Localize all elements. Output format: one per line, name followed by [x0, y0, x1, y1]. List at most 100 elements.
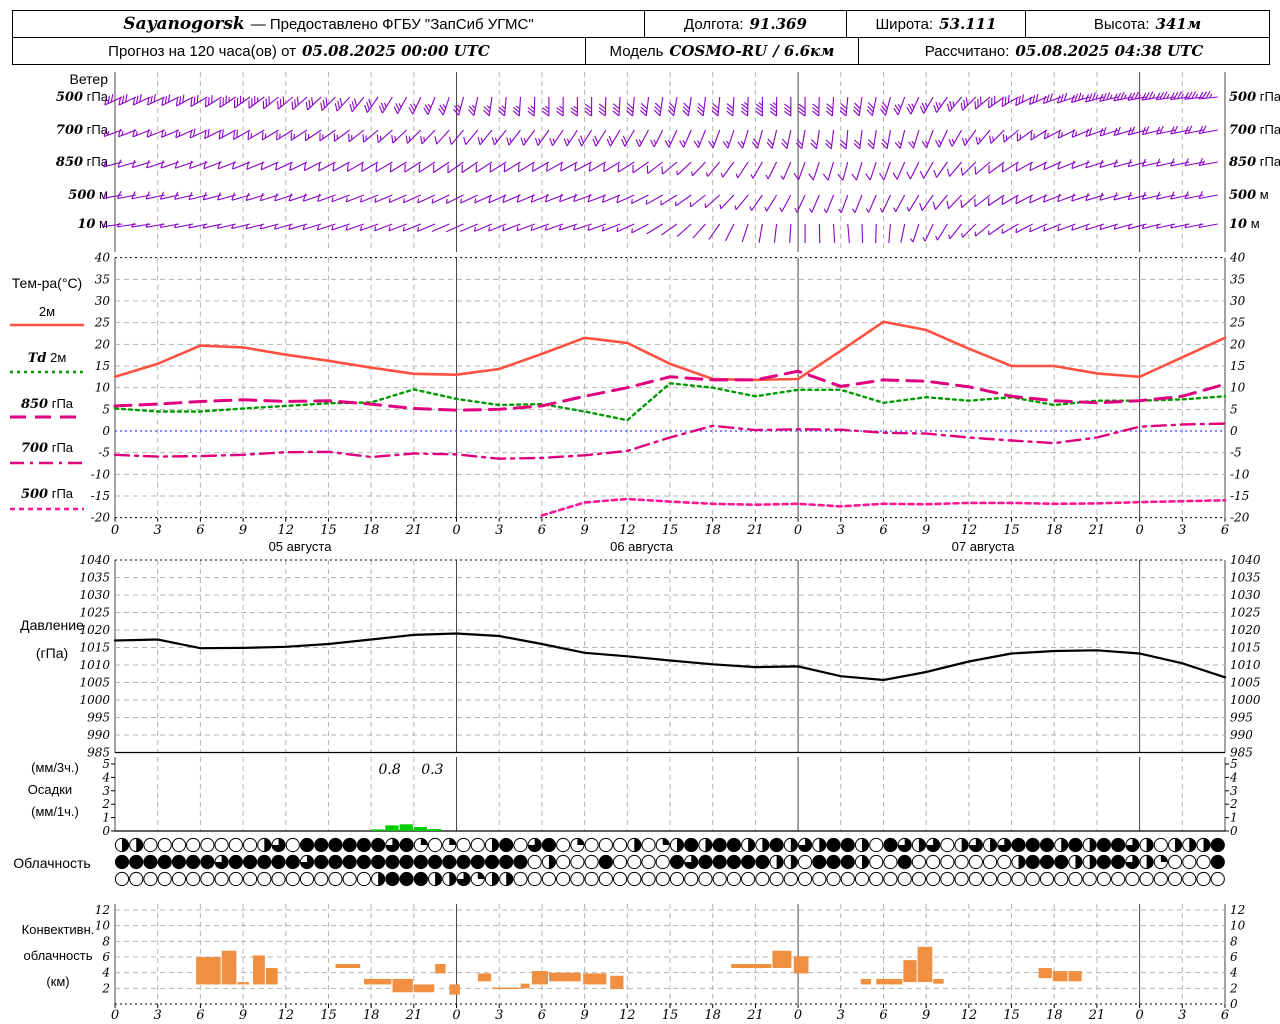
temperature-panel: -20 -20 -15 -15 -10 -10 -5 -5 0 0 5 5 10 10 15 15 20 20 25…	[91, 251, 1250, 525]
svg-text:9: 9	[580, 523, 588, 538]
svg-text:0: 0	[1135, 523, 1143, 538]
svg-text:0.8: 0.8	[379, 762, 401, 778]
svg-text:990: 990	[1230, 728, 1253, 742]
svg-text:5: 5	[1230, 402, 1238, 416]
temperature-legend: Тем-ра(°C) 2м Td 2м 850 гПа 700 гПа 500 гПа	[10, 275, 84, 511]
meteogram-chart: Ветер 500 гПа 500 гПа 700 гПа 700 гПа 850 гПа…	[10, 71, 1280, 1023]
svg-text:1015: 1015	[79, 641, 110, 655]
svg-text:0.3: 0.3	[421, 762, 443, 778]
svg-text:25: 25	[1229, 316, 1245, 330]
svg-text:1: 1	[102, 811, 110, 825]
svg-text:1040: 1040	[79, 553, 110, 567]
svg-text:1030: 1030	[1230, 588, 1261, 602]
svg-text:1025: 1025	[79, 606, 110, 620]
svg-text:35: 35	[1230, 272, 1245, 286]
pressure-panel: 985 985990 990995 9951000 10001005 10051010 10…	[20, 553, 1261, 760]
svg-text:500 гПа: 500 гПа	[21, 486, 74, 502]
wind-barbs-850-гПа	[103, 158, 1218, 181]
svg-text:-5: -5	[98, 446, 110, 460]
svg-text:500 гПа: 500 гПа	[56, 89, 109, 105]
svg-text:15: 15	[1003, 523, 1020, 538]
svg-text:3: 3	[1178, 1008, 1186, 1023]
svg-text:18: 18	[363, 1008, 380, 1023]
svg-text:4: 4	[1229, 966, 1238, 980]
svg-text:0: 0	[794, 523, 802, 538]
svg-text:12: 12	[1230, 903, 1245, 917]
svg-text:1000: 1000	[79, 693, 110, 707]
svg-text:3: 3	[1230, 784, 1238, 798]
svg-text:20: 20	[1229, 337, 1246, 351]
svg-text:3: 3	[102, 784, 110, 798]
svg-text:0: 0	[1230, 424, 1238, 438]
svg-text:9: 9	[239, 1008, 247, 1023]
svg-text:500 м: 500 м	[1229, 187, 1269, 203]
svg-text:3: 3	[495, 523, 503, 538]
svg-text:10: 10	[1230, 919, 1246, 933]
svg-text:-10: -10	[91, 467, 111, 481]
svg-text:0: 0	[1230, 997, 1238, 1011]
svg-text:1020: 1020	[79, 623, 110, 637]
svg-text:-10: -10	[1230, 467, 1250, 481]
svg-text:700 гПа: 700 гПа	[56, 122, 109, 138]
svg-text:10: 10	[95, 381, 111, 395]
svg-text:1015: 1015	[1230, 641, 1261, 655]
svg-text:8: 8	[1230, 934, 1238, 948]
svg-text:12: 12	[277, 523, 294, 538]
svg-text:700 гПа: 700 гПа	[1229, 122, 1280, 138]
svg-text:6: 6	[879, 1008, 887, 1023]
svg-text:2: 2	[101, 797, 110, 811]
svg-text:-20: -20	[1230, 511, 1250, 525]
bottom-x-axis: 0 3 6 9 12 15 18 21 0 3 6 9 12 15 18 21 0 3 6 9 12 15 18 21 0 3 6	[111, 1004, 1229, 1023]
svg-text:18: 18	[704, 523, 721, 538]
temp-x-axis: 0 3 6 9 12 15 18 21 0 3 6 9 12 15 18 21 0 3 6 9 12 15 18 21 0 3 6 0…	[111, 517, 1229, 554]
svg-text:18: 18	[1046, 523, 1063, 538]
svg-text:30: 30	[95, 294, 111, 308]
svg-text:Td 2м: Td 2м	[28, 350, 67, 366]
svg-text:0: 0	[1230, 824, 1238, 838]
precip-panel: 0 01 12 23 34 45 5(мм/3ч.)Осадки(мм/1ч.)0.8 0.3	[28, 757, 1238, 838]
svg-text:6: 6	[538, 523, 546, 538]
svg-text:12: 12	[95, 903, 110, 917]
svg-text:9: 9	[922, 1008, 930, 1023]
svg-text:995: 995	[1230, 711, 1253, 725]
svg-text:21: 21	[405, 1008, 423, 1023]
svg-text:12: 12	[619, 523, 636, 538]
svg-text:Ветер: Ветер	[70, 71, 109, 87]
svg-text:6: 6	[1221, 523, 1229, 538]
svg-text:4: 4	[101, 770, 110, 784]
svg-text:6: 6	[196, 523, 204, 538]
svg-text:0: 0	[102, 824, 110, 838]
svg-text:21: 21	[1088, 523, 1106, 538]
svg-text:0: 0	[452, 1008, 460, 1023]
svg-text:10: 10	[95, 919, 111, 933]
svg-text:6: 6	[196, 1008, 204, 1023]
svg-text:(мм/3ч.): (мм/3ч.)	[31, 760, 79, 775]
svg-text:18: 18	[704, 1008, 721, 1023]
svg-text:500 м: 500 м	[68, 187, 108, 203]
svg-text:21: 21	[1088, 1008, 1106, 1023]
svg-text:12: 12	[961, 523, 978, 538]
svg-text:0: 0	[452, 523, 460, 538]
svg-text:(мм/1ч.): (мм/1ч.)	[31, 804, 79, 819]
svg-text:6: 6	[1221, 1008, 1229, 1023]
svg-text:4: 4	[101, 966, 110, 980]
svg-text:25: 25	[94, 316, 110, 330]
svg-text:40: 40	[1229, 251, 1246, 265]
svg-text:850 гПа: 850 гПа	[1229, 154, 1280, 170]
svg-text:30: 30	[1230, 294, 1246, 308]
svg-text:15: 15	[95, 359, 110, 373]
svg-text:8: 8	[102, 934, 110, 948]
svg-text:18: 18	[363, 523, 380, 538]
svg-text:18: 18	[1046, 1008, 1063, 1023]
svg-text:20: 20	[94, 337, 111, 351]
svg-text:1010: 1010	[1230, 658, 1261, 672]
svg-text:3: 3	[837, 1008, 845, 1023]
svg-text:1035: 1035	[1230, 571, 1261, 585]
svg-text:40: 40	[94, 251, 111, 265]
svg-text:5: 5	[1230, 757, 1238, 771]
wind-barbs-10-м	[102, 222, 1218, 244]
svg-text:-20: -20	[91, 511, 111, 525]
svg-text:6: 6	[879, 523, 887, 538]
wind-barbs-500-м	[102, 190, 1218, 214]
svg-text:35: 35	[95, 272, 110, 286]
